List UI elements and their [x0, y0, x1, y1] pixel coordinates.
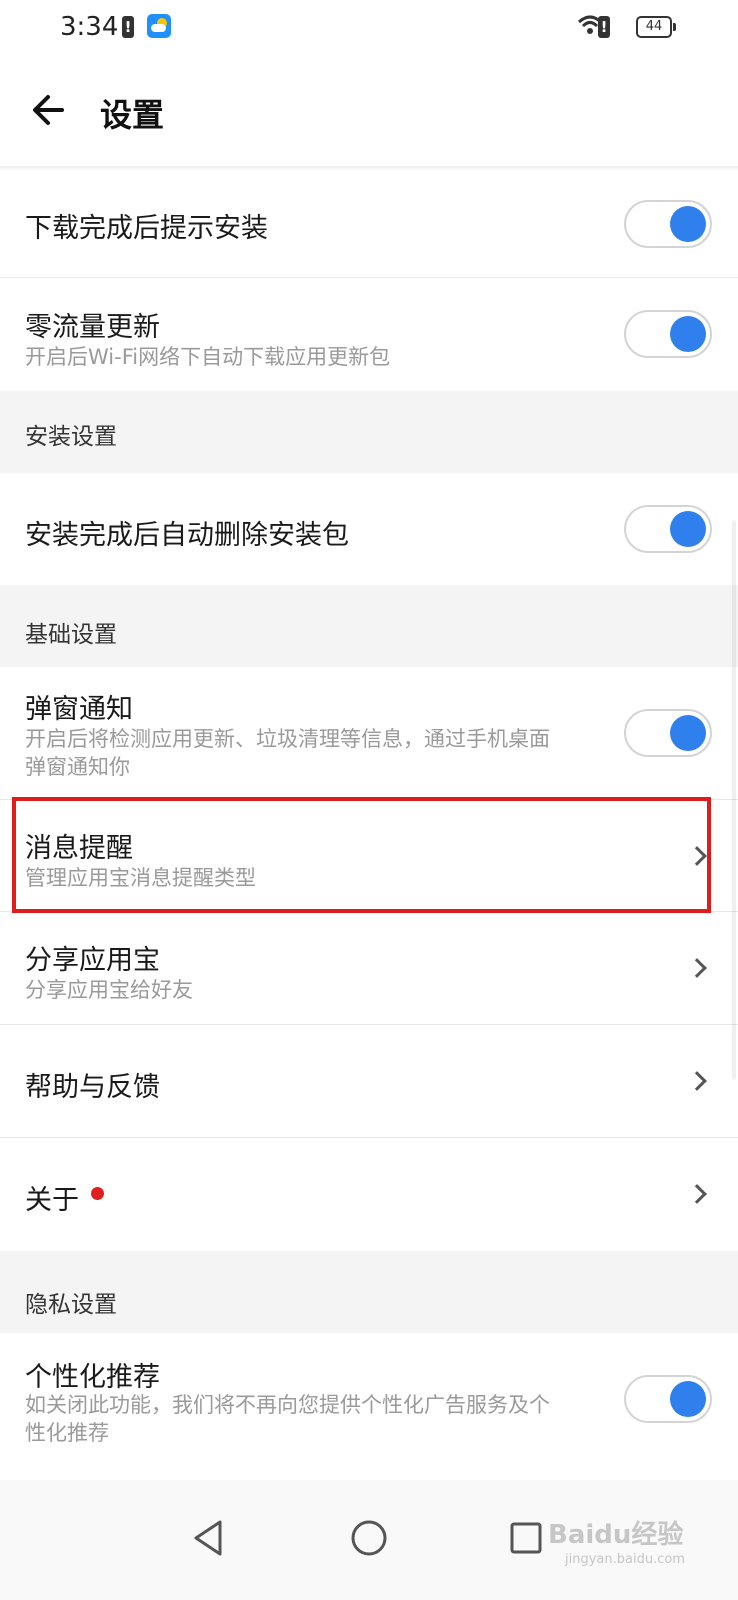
setting-title: 关于 — [25, 1185, 79, 1216]
zero-traffic-toggle[interactable] — [624, 310, 712, 358]
auto-delete-toggle[interactable] — [624, 505, 712, 553]
setting-message-reminder[interactable]: 消息提醒 管理应用宝消息提醒类型 — [0, 800, 738, 912]
toggle-knob — [670, 206, 706, 242]
setting-title: 安装完成后自动删除安装包 — [25, 520, 349, 551]
toggle-knob — [670, 511, 706, 547]
chevron-right-icon — [687, 846, 707, 866]
section-header-privacy: 隐私设置 — [0, 1251, 738, 1333]
setting-zero-traffic[interactable]: 零流量更新 开启后Wi-Fi网络下自动下载应用更新包 — [0, 278, 738, 391]
popup-notice-toggle[interactable] — [624, 709, 712, 757]
battery-level: 44 — [645, 19, 663, 34]
setting-title: 分享应用宝 — [25, 945, 160, 976]
setting-title: 弹窗通知 — [25, 694, 133, 725]
toggle-knob — [670, 715, 706, 751]
setting-help-feedback[interactable]: 帮助与反馈 — [0, 1025, 738, 1138]
scrollbar[interactable] — [732, 520, 736, 1080]
alert-icon — [598, 16, 610, 38]
toggle-knob — [670, 1381, 706, 1417]
chevron-right-icon — [687, 1184, 707, 1204]
setting-title: 下载完成后提示安装 — [25, 213, 268, 244]
status-bar: 3:34 44 — [0, 0, 738, 58]
section-title: 隐私设置 — [25, 1292, 117, 1318]
alert-icon — [122, 16, 134, 38]
watermark: Baidu经验 — [548, 1520, 684, 1550]
setting-about[interactable]: 关于 — [0, 1138, 738, 1251]
chevron-right-icon — [687, 1071, 707, 1091]
new-badge-dot — [91, 1187, 104, 1200]
setting-share-app[interactable]: 分享应用宝 分享应用宝给好友 — [0, 912, 738, 1025]
setting-desc: 管理应用宝消息提醒类型 — [25, 866, 256, 890]
setting-desc: 分享应用宝给好友 — [25, 978, 193, 1002]
setting-title: 帮助与反馈 — [25, 1072, 160, 1103]
setting-popup-notice[interactable]: 弹窗通知 开启后将检测应用更新、垃圾清理等信息，通过手机桌面弹窗通知你 — [0, 667, 738, 800]
section-header-install: 安装设置 — [0, 391, 738, 473]
watermark-url: jingyan.baidu.com — [565, 1552, 685, 1567]
setting-desc: 开启后将检测应用更新、垃圾清理等信息，通过手机桌面弹窗通知你 — [25, 727, 550, 779]
nav-back-icon[interactable] — [176, 1506, 240, 1570]
section-header-basic: 基础设置 — [0, 585, 738, 667]
toggle-knob — [670, 316, 706, 352]
setting-desc: 如关闭此功能，我们将不再向您提供个性化广告服务及个性化推荐 — [25, 1393, 550, 1445]
back-arrow-icon[interactable] — [26, 86, 74, 134]
setting-download-prompt[interactable]: 下载完成后提示安装 — [0, 172, 738, 278]
setting-personalized[interactable]: 个性化推荐 如关闭此功能，我们将不再向您提供个性化广告服务及个性化推荐 — [0, 1333, 738, 1463]
app-header: 设置 — [0, 58, 738, 166]
personalized-toggle[interactable] — [624, 1375, 712, 1423]
section-title: 基础设置 — [25, 622, 117, 648]
page-title: 设置 — [100, 96, 165, 134]
battery-icon: 44 — [636, 16, 676, 38]
setting-desc: 开启后Wi-Fi网络下自动下载应用更新包 — [25, 345, 391, 369]
setting-title: 消息提醒 — [25, 833, 133, 864]
chevron-right-icon — [687, 958, 707, 978]
settings-list: 下载完成后提示安装 零流量更新 开启后Wi-Fi网络下自动下载应用更新包 安装设… — [0, 172, 738, 1463]
download-prompt-toggle[interactable] — [624, 200, 712, 248]
weather-app-icon — [147, 14, 171, 38]
setting-title: 个性化推荐 — [25, 1362, 160, 1393]
nav-home-icon[interactable] — [337, 1506, 401, 1570]
setting-title: 零流量更新 — [25, 312, 160, 343]
status-time: 3:34 — [60, 12, 119, 42]
section-title: 安装设置 — [25, 424, 117, 450]
setting-auto-delete[interactable]: 安装完成后自动删除安装包 — [0, 473, 738, 585]
